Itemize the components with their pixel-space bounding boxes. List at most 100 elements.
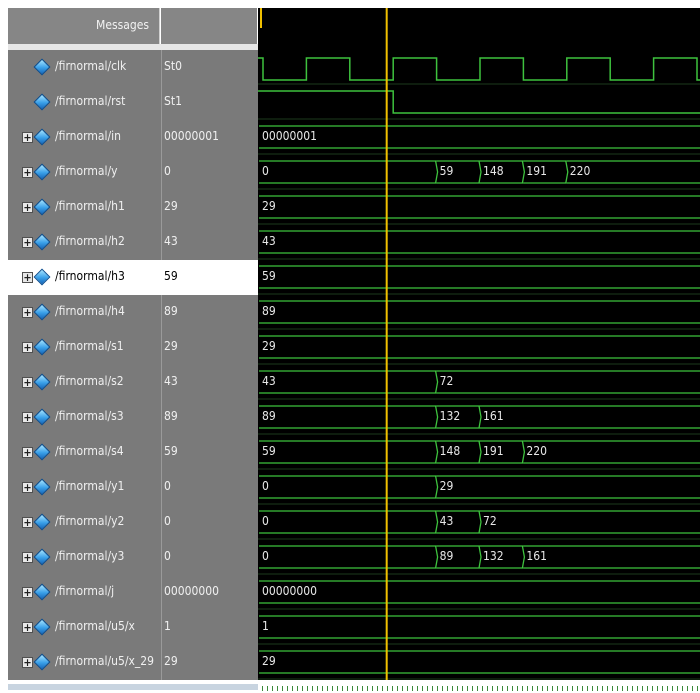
signal-row-value[interactable]: 1 <box>161 610 258 645</box>
bus-value-label: 29 <box>440 479 454 493</box>
signal-diamond-icon <box>33 303 51 321</box>
expand-plus-icon[interactable]: + <box>22 622 33 633</box>
signal-row-name[interactable]: + /firnormal/y2 <box>8 505 161 540</box>
signal-row-value[interactable]: 29 <box>161 645 258 680</box>
signal-value-label: 1 <box>164 619 171 633</box>
signal-row-value[interactable]: 29 <box>161 190 258 225</box>
bus-transition-mark <box>434 475 439 499</box>
bus-value-label: 220 <box>526 444 547 458</box>
signal-row-name[interactable]: /firnormal/rst <box>8 85 161 120</box>
signal-name-label: /firnormal/s4 <box>55 444 124 458</box>
signal-name-label: /firnormal/y3 <box>55 549 125 563</box>
signal-row-name[interactable]: + /firnormal/s1 <box>8 330 161 365</box>
signal-name-label: /firnormal/u5/x <box>55 619 135 633</box>
bus-transition-mark <box>478 545 482 569</box>
signal-row-value[interactable]: 00000001 <box>161 120 258 155</box>
signal-diamond-icon <box>33 653 51 671</box>
bus-transition-mark <box>434 405 439 429</box>
signal-name-label: /firnormal/h1 <box>55 199 125 213</box>
bus-value-label: 148 <box>483 164 504 178</box>
expand-plus-icon[interactable]: + <box>22 307 33 318</box>
signal-row-name[interactable]: + /firnormal/in <box>8 120 161 155</box>
signal-row-name[interactable]: + /firnormal/h3 <box>8 260 161 295</box>
signal-row-value[interactable]: 00000000 <box>161 575 258 610</box>
bus-value-label: 43 <box>262 374 276 388</box>
signal-row-name[interactable]: /firnormal/clk <box>8 50 161 85</box>
signal-row-value[interactable]: 43 <box>161 365 258 400</box>
waveform-canvas[interactable]: 00000001 0 59 148 191 220 29 43 59 89 29 43 72 89 132 1… <box>258 8 700 680</box>
waveform-window: Messages /firnormal/clk St0/firnormal/rst… <box>0 0 700 693</box>
expand-plus-icon[interactable]: + <box>22 167 33 178</box>
signal-value-label: 43 <box>164 374 178 388</box>
bus-value-label: 29 <box>262 654 276 668</box>
signal-value-label: 29 <box>164 339 178 353</box>
bus-value-label: 72 <box>440 374 454 388</box>
bus-value-label: 0 <box>262 164 269 178</box>
expand-plus-icon[interactable]: + <box>22 132 33 143</box>
signal-name-label: /firnormal/s3 <box>55 409 124 423</box>
signal-row-name[interactable]: + /firnormal/j <box>8 575 161 610</box>
expand-plus-icon[interactable]: + <box>22 587 33 598</box>
messages-column-header[interactable]: Messages <box>8 8 160 44</box>
signal-row-value[interactable]: 59 <box>161 260 258 295</box>
signal-value-label: St0 <box>164 59 182 73</box>
messages-header-label: Messages <box>96 18 149 32</box>
signal-value-label: 00000000 <box>164 584 219 598</box>
signal-diamond-icon <box>33 513 51 531</box>
expand-plus-icon[interactable]: + <box>22 237 33 248</box>
bus-transition-mark <box>478 440 482 464</box>
signal-row-value[interactable]: 59 <box>161 435 258 470</box>
signal-row-value[interactable]: St1 <box>161 85 258 120</box>
expand-plus-icon[interactable]: + <box>22 657 33 668</box>
clock-waveform <box>258 57 700 81</box>
signal-diamond-icon <box>33 443 51 461</box>
bus-value-label: 0 <box>262 479 269 493</box>
expand-plus-icon[interactable]: + <box>22 517 33 528</box>
signal-row-name[interactable]: + /firnormal/h4 <box>8 295 161 330</box>
signal-row-value[interactable]: 29 <box>161 330 258 365</box>
bus-value-label: 89 <box>262 304 276 318</box>
bus-value-label: 00000001 <box>262 129 317 143</box>
signal-row-name[interactable]: + /firnormal/y <box>8 155 161 190</box>
signal-name-label: /firnormal/u5/x_29 <box>55 654 154 668</box>
horizontal-scrollbar[interactable] <box>8 684 258 690</box>
signal-row-name[interactable]: + /firnormal/h1 <box>8 190 161 225</box>
signal-diamond-icon <box>33 198 51 216</box>
expand-plus-icon[interactable]: + <box>22 272 33 283</box>
expand-plus-icon[interactable]: + <box>22 202 33 213</box>
signal-row-name[interactable]: + /firnormal/y3 <box>8 540 161 575</box>
signal-value-label: 00000001 <box>164 129 219 143</box>
signal-diamond-icon <box>33 128 51 146</box>
signal-row-value[interactable]: 0 <box>161 540 258 575</box>
signal-row-value[interactable]: 89 <box>161 400 258 435</box>
bus-transition-mark <box>565 160 569 184</box>
signal-row-value[interactable]: 0 <box>161 505 258 540</box>
expand-plus-icon[interactable]: + <box>22 412 33 423</box>
signal-row-name[interactable]: + /firnormal/s3 <box>8 400 161 435</box>
expand-plus-icon[interactable]: + <box>22 342 33 353</box>
signal-value-label: St1 <box>164 94 182 108</box>
value-column-header[interactable] <box>161 8 257 44</box>
signal-name-label: /firnormal/y2 <box>55 514 125 528</box>
signal-diamond-icon <box>33 233 51 251</box>
signal-row-name[interactable]: + /firnormal/s4 <box>8 435 161 470</box>
bus-value-label: 72 <box>483 514 497 528</box>
expand-plus-icon[interactable]: + <box>22 482 33 493</box>
expand-plus-icon[interactable]: + <box>22 447 33 458</box>
signal-row-name[interactable]: + /firnormal/u5/x_29 <box>8 645 161 680</box>
signal-diamond-icon <box>33 373 51 391</box>
signal-row-value[interactable]: 43 <box>161 225 258 260</box>
signal-row-value[interactable]: St0 <box>161 50 258 85</box>
signal-row-name[interactable]: + /firnormal/y1 <box>8 470 161 505</box>
bus-value-label: 132 <box>440 409 461 423</box>
signal-row-value[interactable]: 0 <box>161 155 258 190</box>
signal-row-name[interactable]: + /firnormal/s2 <box>8 365 161 400</box>
bus-transition-mark <box>478 510 482 534</box>
signal-value-label: 0 <box>164 164 171 178</box>
expand-plus-icon[interactable]: + <box>22 377 33 388</box>
signal-row-value[interactable]: 0 <box>161 470 258 505</box>
signal-row-name[interactable]: + /firnormal/h2 <box>8 225 161 260</box>
expand-plus-icon[interactable]: + <box>22 552 33 563</box>
signal-row-value[interactable]: 89 <box>161 295 258 330</box>
signal-row-name[interactable]: + /firnormal/u5/x <box>8 610 161 645</box>
